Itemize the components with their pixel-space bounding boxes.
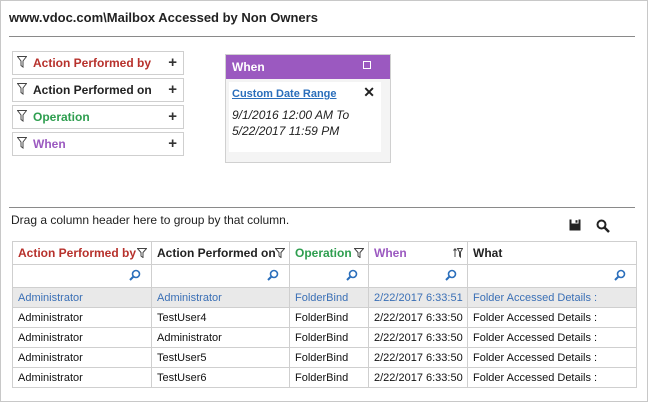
column-header-label: Action Performed by	[18, 246, 137, 260]
filter-action-performed-on[interactable]: Action Performed on +	[12, 78, 184, 102]
column-search-cell[interactable]	[289, 264, 369, 288]
minimize-icon[interactable]	[363, 61, 371, 69]
cell-what[interactable]: Folder Accessed Details :	[467, 367, 637, 388]
cell-operation: FolderBind	[289, 287, 369, 308]
column-header-action-performed-by[interactable]: Action Performed by	[12, 241, 152, 265]
table-row[interactable]: Administrator Administrator FolderBind 2…	[12, 287, 637, 308]
cell-operation: FolderBind	[289, 347, 369, 368]
search-icon[interactable]	[129, 269, 141, 281]
search-icon[interactable]	[614, 269, 626, 281]
filter-action-performed-by[interactable]: Action Performed by +	[12, 51, 184, 75]
cell-what[interactable]: Folder Accessed Details :	[467, 347, 637, 368]
table-row[interactable]: Administrator TestUser6 FolderBind 2/22/…	[12, 367, 637, 388]
cell-action-performed-on: Administrator	[151, 287, 290, 308]
column-search-cell[interactable]	[151, 264, 290, 288]
column-header-label: Operation	[295, 246, 352, 260]
cell-operation: FolderBind	[289, 367, 369, 388]
search-icon[interactable]	[445, 269, 457, 281]
date-range-text: 9/1/2016 12:00 AM To 5/22/2017 11:59 PM	[232, 107, 349, 139]
cell-what[interactable]: Folder Accessed Details :	[467, 327, 637, 348]
plus-icon[interactable]: +	[168, 81, 177, 98]
column-filter-icon[interactable]	[137, 248, 147, 258]
search-icon[interactable]	[596, 219, 610, 233]
filter-label: Action Performed on	[33, 83, 152, 97]
save-icon[interactable]	[569, 219, 581, 231]
cell-when: 2/22/2017 6:33:50	[368, 307, 468, 328]
funnel-icon	[17, 137, 27, 149]
column-filter-icon[interactable]	[354, 248, 364, 258]
column-header-label: When	[374, 246, 407, 260]
column-header-operation[interactable]: Operation	[289, 241, 369, 265]
cell-action-performed-on: TestUser6	[151, 367, 290, 388]
divider	[9, 207, 635, 208]
cell-action-performed-on: TestUser5	[151, 347, 290, 368]
plus-icon[interactable]: +	[168, 54, 177, 71]
plus-icon[interactable]: +	[168, 135, 177, 152]
header-row: Action Performed by Action Performed on …	[12, 241, 637, 265]
cell-when: 2/22/2017 6:33:50	[368, 367, 468, 388]
search-row	[12, 264, 637, 288]
cell-action-performed-by: Administrator	[12, 307, 152, 328]
close-icon[interactable]: ✕	[363, 84, 375, 101]
cell-action-performed-by: Administrator	[12, 347, 152, 368]
column-filter-icon[interactable]	[275, 248, 285, 258]
when-filter-panel: When Custom Date Range ✕ 9/1/2016 12:00 …	[225, 54, 391, 163]
column-header-action-performed-on[interactable]: Action Performed on	[151, 241, 290, 265]
cell-operation: FolderBind	[289, 307, 369, 328]
table-row[interactable]: Administrator TestUser5 FolderBind 2/22/…	[12, 347, 637, 368]
custom-date-range-link[interactable]: Custom Date Range	[232, 88, 337, 100]
cell-what[interactable]: Folder Accessed Details :	[467, 287, 637, 308]
column-header-label: Action Performed on	[157, 246, 276, 260]
cell-when: 2/22/2017 6:33:50	[368, 327, 468, 348]
cell-action-performed-on: TestUser4	[151, 307, 290, 328]
filter-operation[interactable]: Operation +	[12, 105, 184, 129]
table-row[interactable]: Administrator Administrator FolderBind 2…	[12, 327, 637, 348]
table-row[interactable]: Administrator TestUser4 FolderBind 2/22/…	[12, 307, 637, 328]
filter-list: Action Performed by + Action Performed o…	[12, 51, 184, 159]
date-range-start: 9/1/2016 12:00 AM To	[232, 108, 350, 122]
plus-icon[interactable]: +	[168, 108, 177, 125]
funnel-icon	[17, 56, 27, 68]
column-search-cell[interactable]	[12, 264, 152, 288]
when-panel-header: When	[226, 55, 390, 79]
divider	[9, 36, 635, 37]
filter-label: Action Performed by	[33, 56, 152, 70]
date-range-end: 5/22/2017 11:59 PM	[232, 124, 340, 138]
search-icon[interactable]	[267, 269, 279, 281]
filter-label: When	[33, 137, 66, 151]
funnel-icon	[17, 83, 27, 95]
cell-action-performed-on: Administrator	[151, 327, 290, 348]
column-header-label: What	[473, 246, 503, 260]
cell-action-performed-by: Administrator	[12, 367, 152, 388]
group-by-hint: Drag a column header here to group by th…	[11, 213, 290, 227]
filter-when[interactable]: When +	[12, 132, 184, 156]
filter-label: Operation	[33, 110, 90, 124]
when-panel-body: Custom Date Range ✕ 9/1/2016 12:00 AM To…	[229, 82, 381, 152]
column-header-what[interactable]: What	[467, 241, 637, 265]
column-search-cell[interactable]	[467, 264, 637, 288]
results-grid: Action Performed by Action Performed on …	[12, 241, 637, 388]
cell-action-performed-by: Administrator	[12, 287, 152, 308]
cell-action-performed-by: Administrator	[12, 327, 152, 348]
column-header-when[interactable]: When	[368, 241, 468, 265]
cell-when: 2/22/2017 6:33:50	[368, 347, 468, 368]
cell-what[interactable]: Folder Accessed Details :	[467, 307, 637, 328]
funnel-icon	[17, 110, 27, 122]
cell-operation: FolderBind	[289, 327, 369, 348]
page-title: www.vdoc.com\Mailbox Accessed by Non Own…	[9, 10, 318, 25]
cell-when: 2/22/2017 6:33:51	[368, 287, 468, 308]
search-icon[interactable]	[346, 269, 358, 281]
column-search-cell[interactable]	[368, 264, 468, 288]
sort-filter-icon[interactable]	[453, 248, 463, 258]
when-panel-title: When	[232, 60, 265, 74]
